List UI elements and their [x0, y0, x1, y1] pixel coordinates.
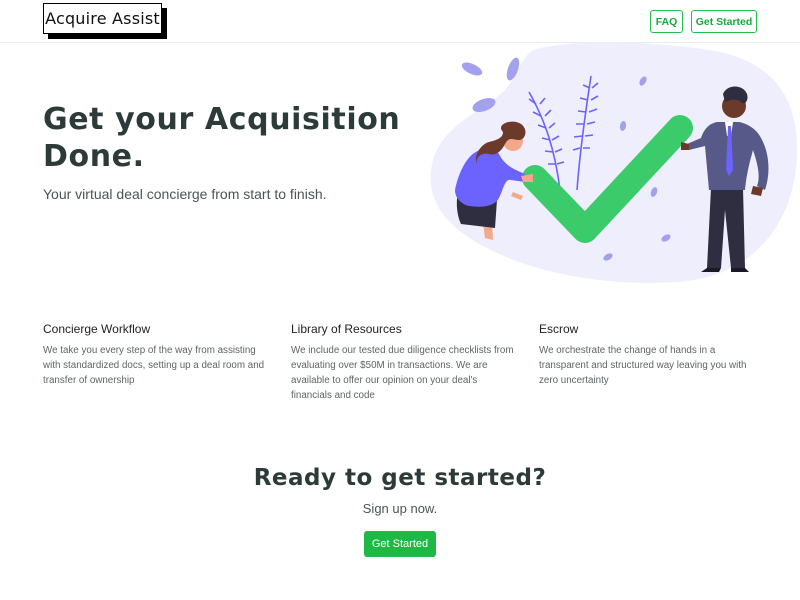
feature-library-of-resources: Library of Resources We include our test… — [291, 322, 516, 403]
nav-get-started-button[interactable]: Get Started — [691, 10, 757, 33]
feature-escrow: Escrow We orchestrate the change of hand… — [539, 322, 764, 388]
feature-concierge-workflow: Concierge Workflow We take you every ste… — [43, 322, 268, 388]
feature-title: Library of Resources — [291, 322, 402, 336]
hero-subtitle: Your virtual deal concierge from start t… — [43, 186, 327, 202]
feature-description: We include our tested due diligence chec… — [291, 345, 514, 401]
logo-text[interactable]: Acquire Assist — [43, 3, 162, 34]
cta-title: Ready to get started? — [253, 465, 547, 491]
leaf-icon — [461, 62, 483, 76]
feature-description: We orchestrate the change of hands in a … — [539, 345, 747, 386]
hero-illustration — [430, 42, 797, 283]
cta-subtitle: Sign up now. — [362, 501, 438, 516]
feature-title: Escrow — [539, 322, 579, 336]
cta-get-started-button[interactable]: Get Started — [364, 531, 436, 557]
feature-title: Concierge Workflow — [43, 322, 151, 336]
hero-title: Get your Acquisition Done. — [43, 102, 401, 174]
navbar: Acquire Assist FAQ Get Started — [0, 0, 800, 43]
logo[interactable]: Acquire Assist — [43, 3, 167, 39]
feature-description: We take you every step of the way from a… — [43, 345, 265, 386]
faq-button[interactable]: FAQ — [650, 10, 683, 33]
